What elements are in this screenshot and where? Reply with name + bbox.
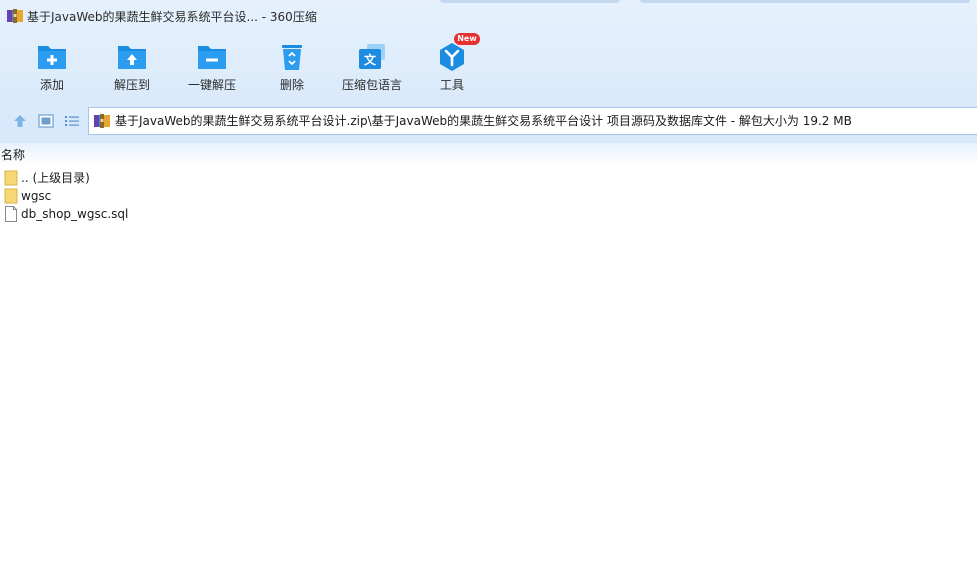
archive-language-button[interactable]: 文 压缩包语言 <box>337 34 407 98</box>
navigation-bar: 基于JavaWeb的果蔬生鲜交易系统平台设计.zip\基于JavaWeb的果蔬生… <box>0 104 977 138</box>
list-view-icon[interactable] <box>63 112 81 130</box>
view-mode-icon[interactable] <box>37 112 55 130</box>
language-icon: 文 <box>359 44 385 69</box>
column-header: 名称 <box>0 143 977 167</box>
extract-to-button[interactable]: 解压到 <box>97 34 167 98</box>
delete-button-label: 删除 <box>279 78 304 92</box>
svg-text:文: 文 <box>364 52 377 67</box>
list-item[interactable]: wgsc <box>0 187 977 205</box>
folder-icon <box>4 170 18 186</box>
extract-to-button-label: 解压到 <box>113 78 150 92</box>
list-item[interactable]: .. (上级目录) <box>0 169 977 187</box>
tools-icon <box>440 43 464 71</box>
up-arrow-icon[interactable] <box>11 112 29 130</box>
delete-button[interactable]: 删除 <box>257 34 327 98</box>
new-badge: New <box>454 33 480 45</box>
title-decoration <box>640 0 970 3</box>
folder-icon <box>4 188 18 204</box>
add-button-label: 添加 <box>39 78 64 92</box>
one-click-extract-button[interactable]: 一键解压 <box>177 34 247 98</box>
item-name: wgsc <box>21 189 52 203</box>
file-icon <box>5 206 17 222</box>
item-name: db_shop_wgsc.sql <box>21 207 129 221</box>
column-name-header[interactable]: 名称 <box>1 148 25 162</box>
top-chrome: 基于JavaWeb的果蔬生鲜交易系统平台设... - 360压缩 添加 解压到 … <box>0 0 977 143</box>
add-button[interactable]: 添加 <box>17 34 87 98</box>
address-path: 基于JavaWeb的果蔬生鲜交易系统平台设计.zip\基于JavaWeb的果蔬生… <box>115 114 852 128</box>
window-title: 基于JavaWeb的果蔬生鲜交易系统平台设... - 360压缩 <box>27 10 317 24</box>
recycle-bin-icon <box>282 45 302 70</box>
app-window: 基于JavaWeb的果蔬生鲜交易系统平台设... - 360压缩 添加 解压到 … <box>0 0 977 585</box>
archive-language-button-label: 压缩包语言 <box>341 78 402 92</box>
toolbar: 添加 解压到 一键解压 删除 文 压缩包语言 工具 <box>0 34 977 100</box>
list-item[interactable]: db_shop_wgsc.sql <box>0 205 977 223</box>
tools-button-label: 工具 <box>439 78 464 92</box>
archive-icon <box>94 114 110 128</box>
archive-icon <box>7 9 23 23</box>
file-list-panel: 名称 .. (上级目录) wgsc db_shop_wgsc.sql <box>0 143 977 585</box>
item-name: .. (上级目录) <box>21 171 90 185</box>
title-decoration <box>440 0 620 3</box>
title-bar: 基于JavaWeb的果蔬生鲜交易系统平台设... - 360压缩 <box>0 0 977 34</box>
file-list: .. (上级目录) wgsc db_shop_wgsc.sql <box>0 169 977 223</box>
folder-minus-icon <box>198 46 226 69</box>
one-click-extract-button-label: 一键解压 <box>187 78 236 92</box>
folder-extract-icon <box>118 46 146 69</box>
folder-add-icon <box>38 46 66 69</box>
address-bar[interactable]: 基于JavaWeb的果蔬生鲜交易系统平台设计.zip\基于JavaWeb的果蔬生… <box>88 107 977 135</box>
